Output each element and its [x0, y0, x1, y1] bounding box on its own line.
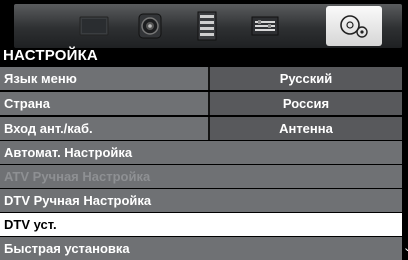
menu-row-dtv-manual-tuning[interactable]: DTV Ручная Настройка	[0, 189, 402, 212]
row-label: Язык меню	[0, 67, 208, 90]
tab-setup[interactable]	[326, 6, 382, 46]
menu-row-atv-manual-tuning: ATV Ручная Настройка	[0, 165, 402, 188]
row-label: Вход ант./каб.	[0, 117, 208, 140]
row-value: Антенна	[207, 117, 402, 140]
row-label: DTV уст.	[0, 213, 402, 236]
page-title: НАСТРОЙКА	[3, 47, 98, 64]
setup-menu-panel: НАСТРОЙКА Язык меню Русский Страна Росси…	[0, 0, 408, 260]
row-label: DTV Ручная Настройка	[0, 189, 402, 212]
menu-row-country[interactable]: Страна Россия	[0, 92, 402, 115]
menu-tab-bar	[14, 4, 402, 48]
tab-picture[interactable]	[66, 4, 122, 48]
row-label: ATV Ручная Настройка	[0, 165, 402, 188]
picture-icon	[79, 16, 109, 36]
setup-icon	[340, 15, 368, 38]
menu-row-auto-tuning[interactable]: Автомат. Настройка	[0, 141, 402, 164]
tab-sound[interactable]	[122, 4, 178, 48]
menu-row-input-source[interactable]: Вход ант./каб. Антенна	[0, 117, 402, 140]
row-value: Россия	[207, 92, 402, 115]
tab-preferences[interactable]	[237, 4, 293, 48]
sound-icon	[138, 13, 162, 39]
menu-row-dtv-settings[interactable]: DTV уст.	[0, 213, 402, 236]
row-value: Русский	[207, 67, 402, 90]
scroll-down-icon: ⌄	[403, 242, 408, 254]
row-label: Страна	[0, 92, 208, 115]
menu-row-menu-language[interactable]: Язык меню Русский	[0, 67, 402, 90]
preferences-icon	[251, 16, 279, 36]
tab-channel-list[interactable]	[179, 4, 235, 48]
channel-list-icon	[197, 11, 217, 41]
row-label: Автомат. Настройка	[0, 141, 402, 164]
